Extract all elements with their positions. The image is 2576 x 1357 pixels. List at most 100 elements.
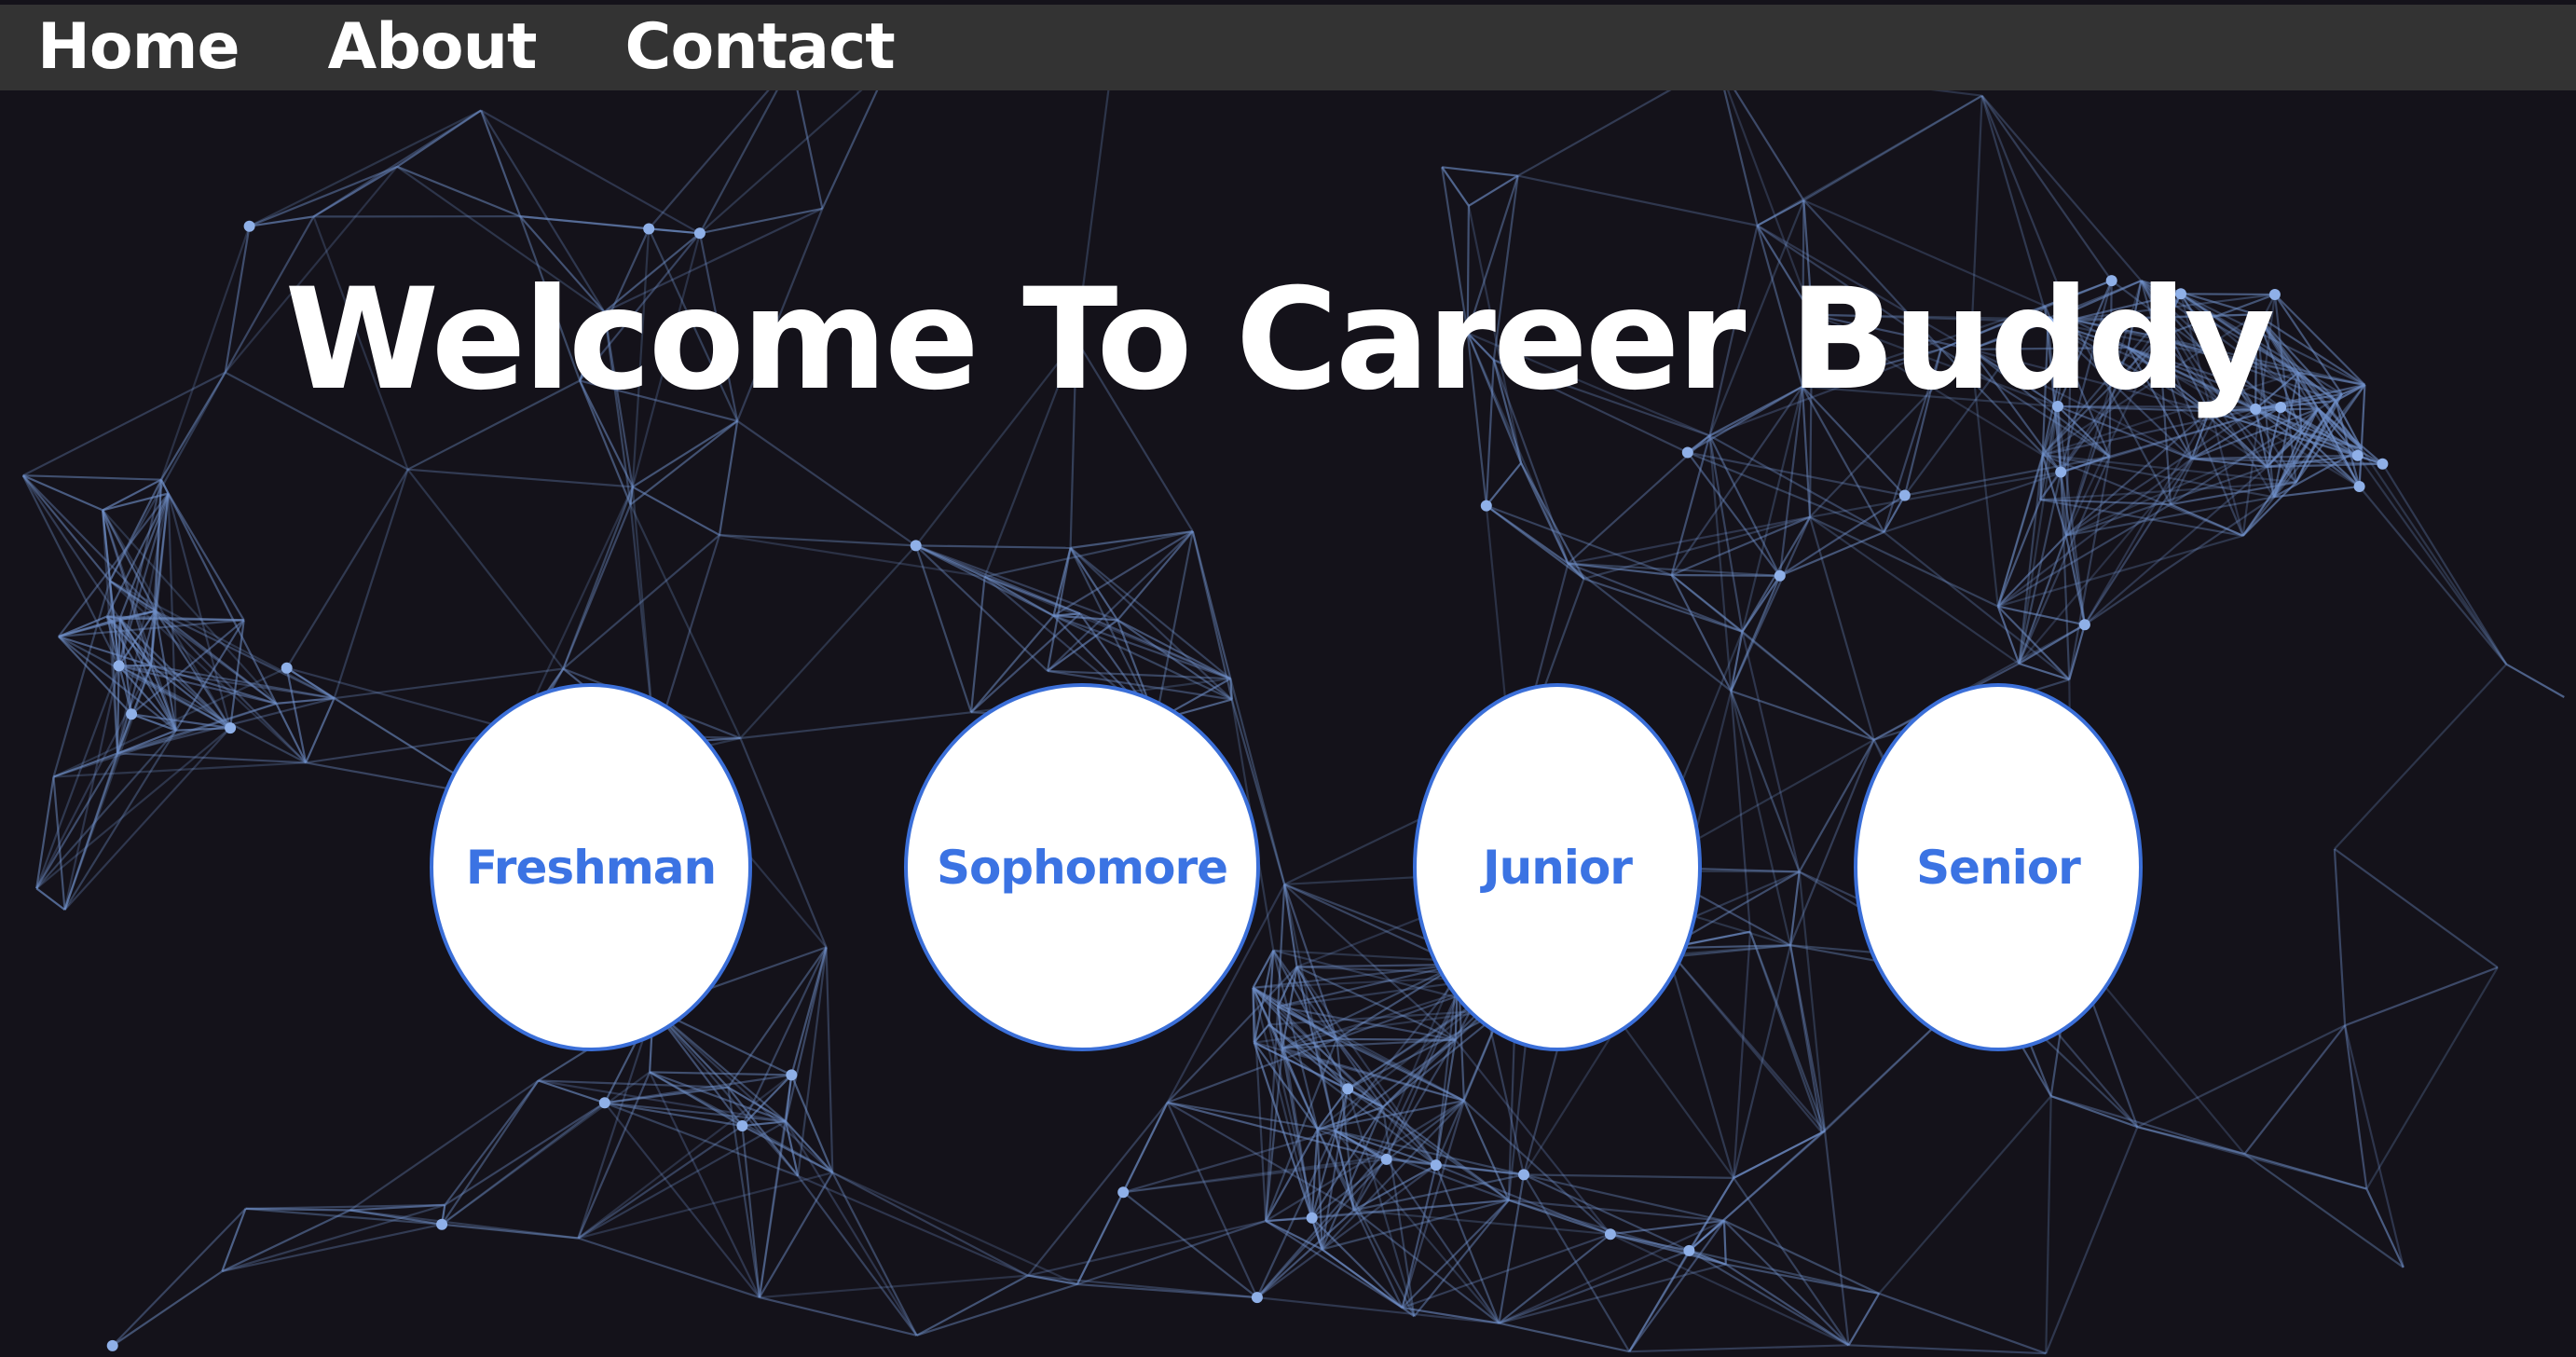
network-node bbox=[243, 220, 255, 232]
network-line bbox=[63, 730, 177, 911]
network-line bbox=[116, 752, 307, 764]
network-line bbox=[222, 1223, 443, 1273]
network-line bbox=[111, 1208, 247, 1347]
network-line bbox=[1809, 515, 1999, 608]
network-line bbox=[741, 946, 828, 1127]
network-line bbox=[2344, 1025, 2368, 1189]
network-line bbox=[441, 1223, 579, 1240]
network-line bbox=[167, 492, 245, 621]
nav-about-link[interactable]: About bbox=[328, 5, 538, 90]
nav-contact-link[interactable]: Contact bbox=[625, 5, 896, 90]
network-line bbox=[538, 1079, 787, 1123]
network-line bbox=[1463, 1100, 1611, 1236]
network-line bbox=[578, 1237, 760, 1299]
network-node bbox=[1342, 1083, 1354, 1095]
network-node bbox=[2353, 481, 2365, 492]
network-line bbox=[577, 1074, 792, 1240]
network-line bbox=[1485, 462, 1522, 507]
network-line bbox=[699, 207, 823, 235]
network-line bbox=[35, 752, 118, 889]
network-line bbox=[22, 474, 162, 481]
network-line bbox=[758, 1172, 834, 1298]
network-node bbox=[1518, 1169, 1529, 1181]
network-line bbox=[2137, 1126, 2367, 1190]
network-line bbox=[2050, 1095, 2245, 1156]
network-line bbox=[650, 1071, 792, 1076]
network-line bbox=[1997, 534, 2244, 608]
network-line bbox=[1730, 516, 1812, 692]
network-line bbox=[2344, 966, 2499, 1027]
freshman-button[interactable]: Freshman bbox=[430, 683, 752, 1051]
network-line bbox=[1757, 94, 1983, 226]
network-line bbox=[1779, 530, 1884, 577]
network-line bbox=[444, 1102, 606, 1206]
network-line bbox=[538, 1079, 606, 1104]
network-line bbox=[1027, 1274, 1258, 1299]
particle-network-background bbox=[21, 62, 2565, 1355]
network-node bbox=[1774, 569, 1786, 582]
nav-home-link[interactable]: Home bbox=[37, 5, 240, 90]
network-line bbox=[2045, 1126, 2139, 1354]
network-line bbox=[21, 474, 111, 582]
network-line bbox=[831, 1172, 918, 1336]
network-line bbox=[1568, 515, 1811, 565]
network-line bbox=[1847, 1293, 1881, 1346]
network-line bbox=[2356, 455, 2508, 665]
network-node bbox=[598, 1097, 610, 1109]
network-line bbox=[562, 503, 632, 669]
network-line bbox=[1252, 987, 1267, 1222]
network-line bbox=[718, 420, 739, 536]
network-line bbox=[2333, 848, 2347, 1026]
network-line bbox=[739, 737, 828, 948]
network-line bbox=[797, 1174, 1029, 1277]
network-line bbox=[825, 947, 834, 1173]
network-line bbox=[1823, 1131, 1850, 1346]
network-line bbox=[305, 697, 336, 763]
freshman-label: Freshman bbox=[465, 840, 717, 895]
network-line bbox=[2505, 663, 2565, 698]
network-line bbox=[1730, 691, 1801, 872]
network-line bbox=[1665, 947, 1735, 1179]
network-line bbox=[1731, 690, 1875, 741]
network-line bbox=[915, 544, 1071, 549]
network-node bbox=[225, 722, 237, 734]
network-line bbox=[1878, 1095, 2052, 1295]
network-line bbox=[1122, 1191, 1258, 1298]
network-line bbox=[285, 469, 409, 669]
network-line bbox=[441, 1071, 651, 1226]
network-line bbox=[759, 1274, 1029, 1299]
network-line bbox=[1191, 530, 1233, 700]
network-line bbox=[736, 419, 917, 547]
junior-button[interactable]: Junior bbox=[1413, 683, 1702, 1051]
network-line bbox=[1665, 947, 1826, 1132]
network-line bbox=[2365, 966, 2499, 1190]
network-line bbox=[1442, 166, 1518, 177]
network-node bbox=[1117, 1186, 1130, 1199]
sophomore-label: Sophomore bbox=[936, 840, 1228, 895]
network-line bbox=[2136, 1024, 2346, 1129]
network-line bbox=[1069, 547, 1119, 621]
network-line bbox=[2243, 1024, 2346, 1155]
network-node bbox=[1430, 1159, 1442, 1172]
network-line bbox=[739, 544, 917, 739]
senior-button[interactable]: Senior bbox=[1854, 683, 2143, 1051]
top-navbar: Home About Contact bbox=[0, 5, 2576, 90]
network-node bbox=[436, 1218, 448, 1230]
network-line bbox=[396, 109, 482, 168]
sophomore-button[interactable]: Sophomore bbox=[904, 683, 1260, 1051]
network-line bbox=[1486, 504, 1585, 580]
network-line bbox=[441, 1079, 540, 1226]
network-line bbox=[699, 65, 889, 235]
network-line bbox=[1256, 1296, 1500, 1324]
network-line bbox=[1741, 631, 1801, 872]
network-node bbox=[910, 540, 922, 552]
network-node bbox=[1683, 1244, 1695, 1256]
network-line bbox=[1730, 691, 1792, 946]
network-line bbox=[1848, 1344, 2047, 1355]
network-line bbox=[1523, 1173, 1631, 1352]
network-line bbox=[1798, 871, 1827, 1131]
network-line bbox=[969, 576, 986, 713]
network-line bbox=[984, 530, 1194, 578]
network-line bbox=[2381, 463, 2508, 665]
network-line bbox=[1027, 1220, 1267, 1277]
